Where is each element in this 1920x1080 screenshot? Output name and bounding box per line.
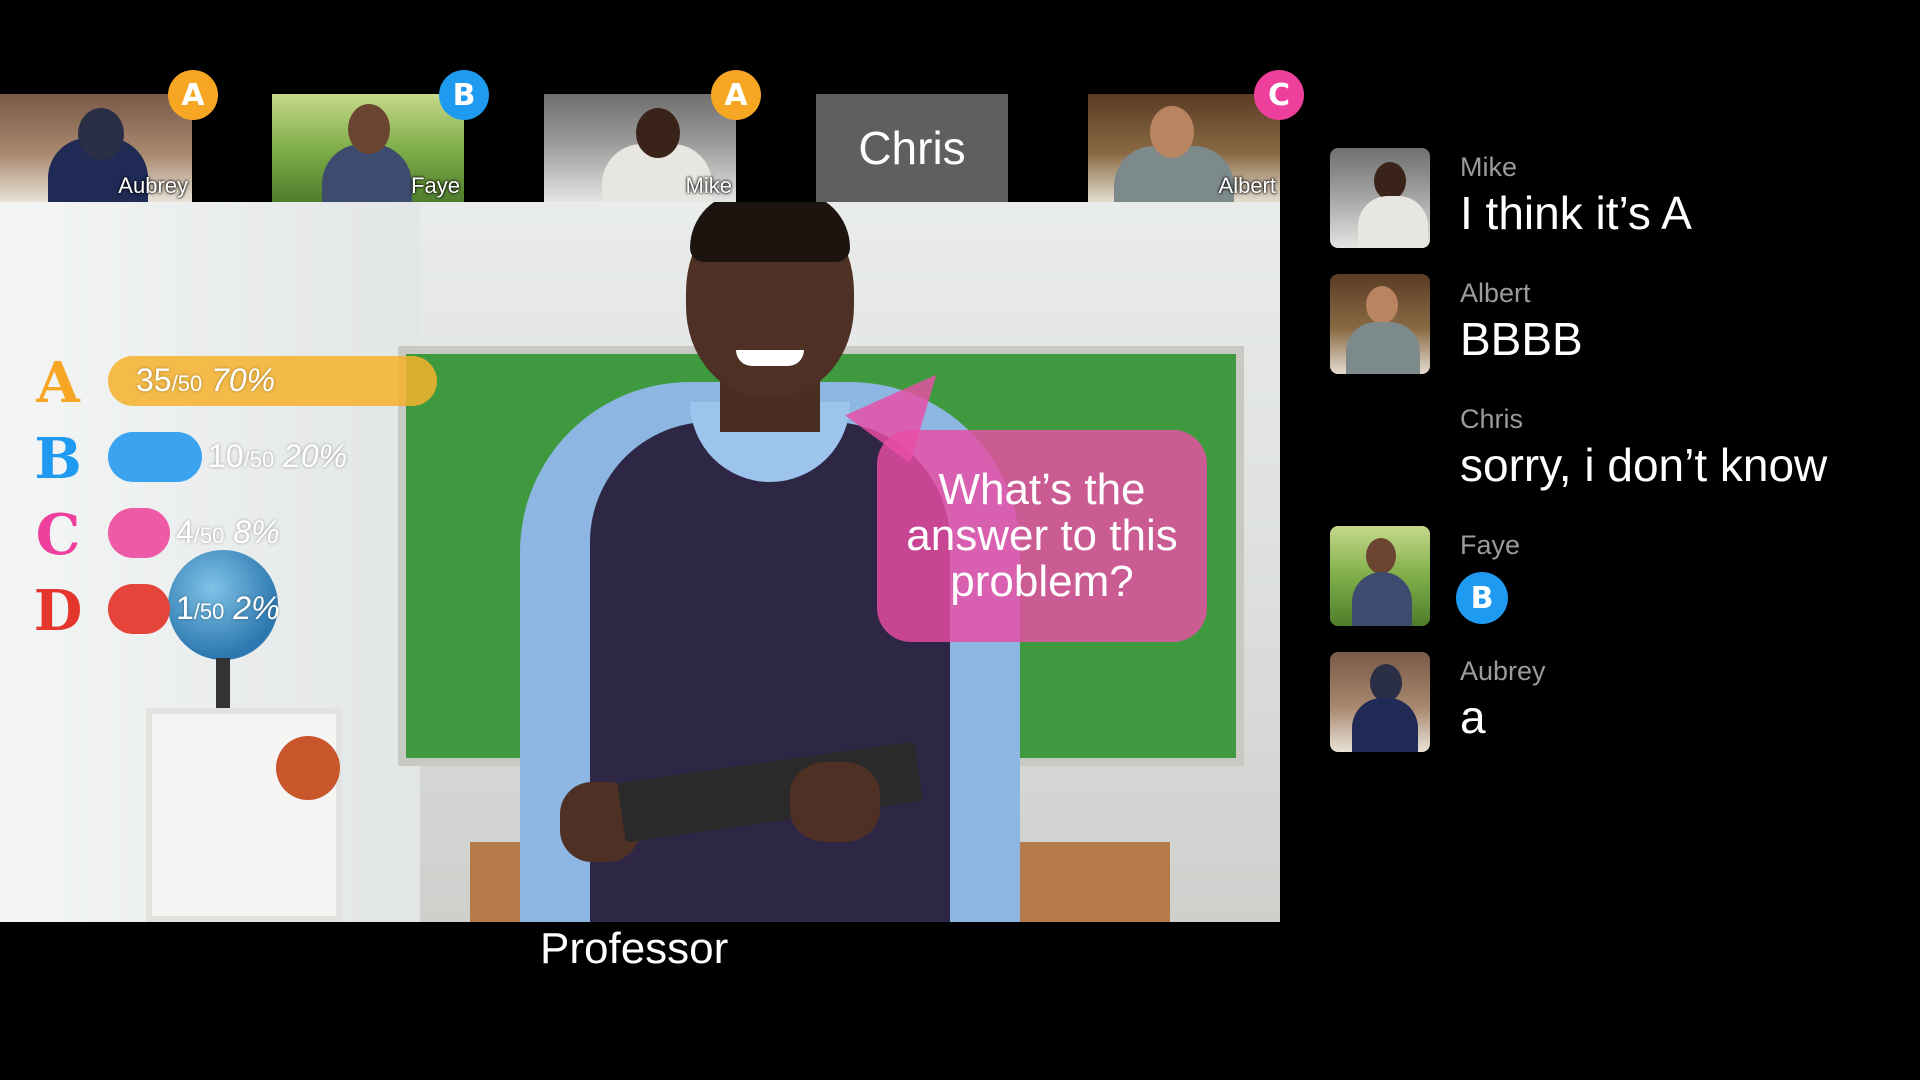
poll-bar (108, 584, 170, 634)
participant-tile-chris[interactable]: Chris (816, 94, 1008, 202)
answer-chip: B (1456, 572, 1508, 624)
avatar[interactable] (1330, 526, 1430, 626)
participant-name: Albert (1218, 173, 1276, 198)
participant-tile-faye[interactable]: Faye (272, 94, 464, 202)
main-video-stage[interactable]: What’s the answer to this problem? A 35/… (0, 202, 1280, 922)
participant-strip: Aubrey A Faye B Mike A Chris Albert C (0, 70, 1304, 202)
avatar[interactable] (1330, 148, 1430, 248)
question-text: What’s the answer to this problem? (906, 465, 1178, 606)
poll-result-text: 4/50 8% (176, 514, 280, 550)
chat-sender: Faye (1460, 530, 1521, 560)
participant-name: Faye (411, 173, 460, 198)
chat-sender: Mike (1460, 152, 1518, 182)
chat-message: Aubrey a (1330, 652, 1890, 752)
poll-result-text: 1/50 2% (176, 590, 280, 626)
poll-bar (108, 508, 170, 558)
participant-name: Mike (685, 173, 732, 198)
chat-message: Chris sorry, i don’t know (1330, 400, 1890, 500)
chat-sender: Chris (1460, 404, 1524, 434)
answer-badge: A (711, 70, 761, 120)
participant-name: Aubrey (118, 173, 188, 198)
poll-result-text: 35/50 70% (136, 362, 276, 398)
poll-letter: A (36, 350, 80, 416)
poll-letter: C (35, 502, 81, 568)
poll-bar (108, 432, 202, 482)
chat-sender: Albert (1460, 278, 1531, 308)
chat-text: BBBB (1460, 313, 1583, 365)
answer-badge: B (439, 70, 489, 120)
participant-tile-aubrey[interactable]: Aubrey (0, 94, 192, 202)
answer-badge: A (168, 70, 218, 120)
question-bubble: What’s the answer to this problem? (877, 430, 1207, 642)
poll-result-text: 10/50 20% (208, 438, 348, 474)
participant-tile-albert[interactable]: Albert (1088, 94, 1280, 202)
chat-text: sorry, i don’t know (1460, 439, 1828, 491)
chat-sender: Aubrey (1460, 656, 1546, 686)
chat-text: I think it’s A (1460, 187, 1692, 239)
answer-badge: C (1254, 70, 1304, 120)
participant-tile-mike[interactable]: Mike (544, 94, 736, 202)
avatar[interactable] (1330, 274, 1430, 374)
chat-message: Albert BBBB (1330, 274, 1890, 374)
chat-message: Faye B (1330, 526, 1890, 626)
speaker-label: Professor (540, 924, 729, 973)
poll-letter: D (33, 578, 83, 644)
poll-letter: B (34, 426, 82, 492)
chat-message: Mike I think it’s A (1330, 148, 1890, 248)
chat-text: a (1460, 691, 1486, 743)
avatar[interactable] (1330, 652, 1430, 752)
basketball (276, 736, 340, 800)
